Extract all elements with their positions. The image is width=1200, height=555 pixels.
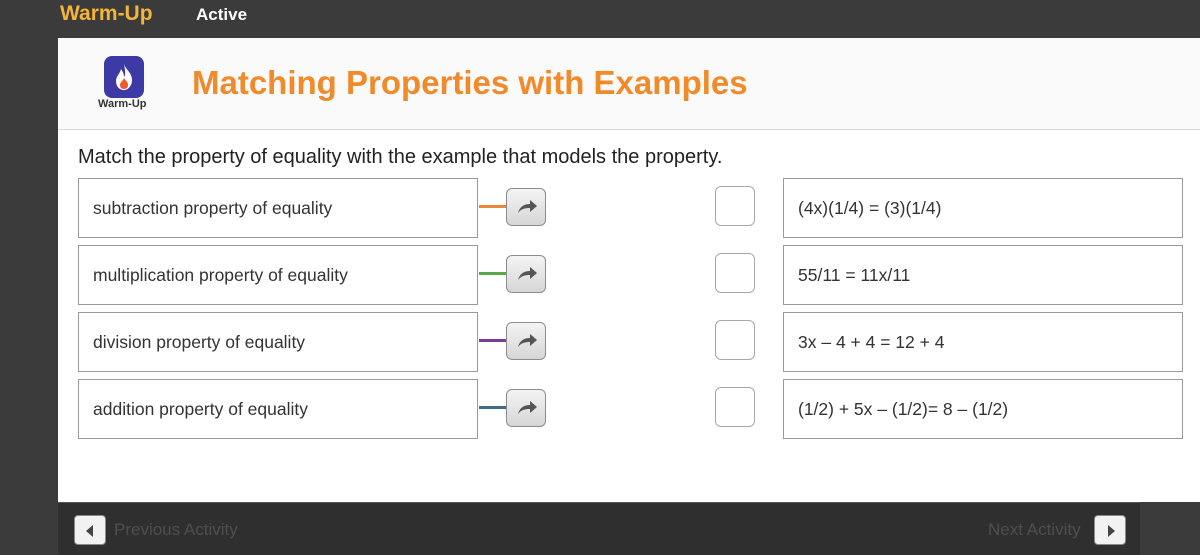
logo-caption: Warm-Up (98, 98, 147, 110)
example-label: (4x)(1/4) = (3)(1/4) (798, 198, 942, 218)
match-target-box[interactable] (715, 320, 755, 360)
match-target-box[interactable] (715, 387, 755, 427)
flame-icon (116, 64, 132, 90)
activity-footer: Previous Activity Next Activity (58, 502, 1140, 555)
property-item: addition property of equality (78, 379, 478, 439)
match-arrow-button[interactable] (506, 255, 546, 293)
connector-line (479, 272, 506, 275)
property-item: subtraction property of equality (78, 178, 478, 238)
property-label: multiplication property of equality (93, 265, 348, 285)
curved-arrow-icon (518, 267, 537, 280)
status-label: Active (196, 5, 248, 24)
previous-activity-button[interactable] (74, 515, 106, 545)
example-item: (1/2) + 5x – (1/2)= 8 – (1/2) (783, 379, 1183, 439)
match-target-box[interactable] (715, 253, 755, 293)
previous-activity-label[interactable]: Previous Activity (114, 520, 238, 540)
triangle-left-icon (86, 525, 93, 537)
warm-up-logo (104, 56, 144, 98)
curved-arrow-icon (518, 334, 537, 347)
match-target-box[interactable] (715, 186, 755, 226)
property-label: division property of equality (93, 332, 306, 352)
example-item: (4x)(1/4) = (3)(1/4) (783, 178, 1183, 238)
property-item: multiplication property of equality (78, 245, 478, 305)
curved-arrow-icon (518, 401, 537, 414)
activity-panel: Warm-Up Matching Properties with Example… (58, 38, 1200, 502)
next-activity-label[interactable]: Next Activity (988, 520, 1081, 540)
example-item: 55/11 = 11x/11 (783, 245, 1183, 305)
example-label: 3x – 4 + 4 = 12 + 4 (798, 332, 945, 352)
connector-line (479, 339, 506, 342)
connector-line (479, 205, 506, 208)
match-arrow-button[interactable] (506, 389, 546, 427)
connector-line (479, 406, 506, 409)
match-arrow-button[interactable] (506, 322, 546, 360)
instruction-text: Match the property of equality with the … (78, 146, 723, 168)
top-bar: Warm-Up Active (0, 0, 1200, 38)
property-label: subtraction property of equality (93, 198, 333, 218)
property-label: addition property of equality (93, 399, 308, 419)
activity-header: Warm-Up Matching Properties with Example… (58, 38, 1200, 130)
brand-label: Warm-Up (60, 2, 153, 25)
next-activity-button[interactable] (1094, 515, 1126, 545)
page-title: Matching Properties with Examples (192, 64, 748, 101)
property-item: division property of equality (78, 312, 478, 372)
match-arrow-button[interactable] (506, 188, 546, 226)
triangle-right-icon (1108, 525, 1115, 537)
example-label: (1/2) + 5x – (1/2)= 8 – (1/2) (798, 399, 1009, 419)
curved-arrow-icon (518, 200, 537, 213)
example-label: 55/11 = 11x/11 (798, 265, 911, 285)
example-item: 3x – 4 + 4 = 12 + 4 (783, 312, 1183, 372)
